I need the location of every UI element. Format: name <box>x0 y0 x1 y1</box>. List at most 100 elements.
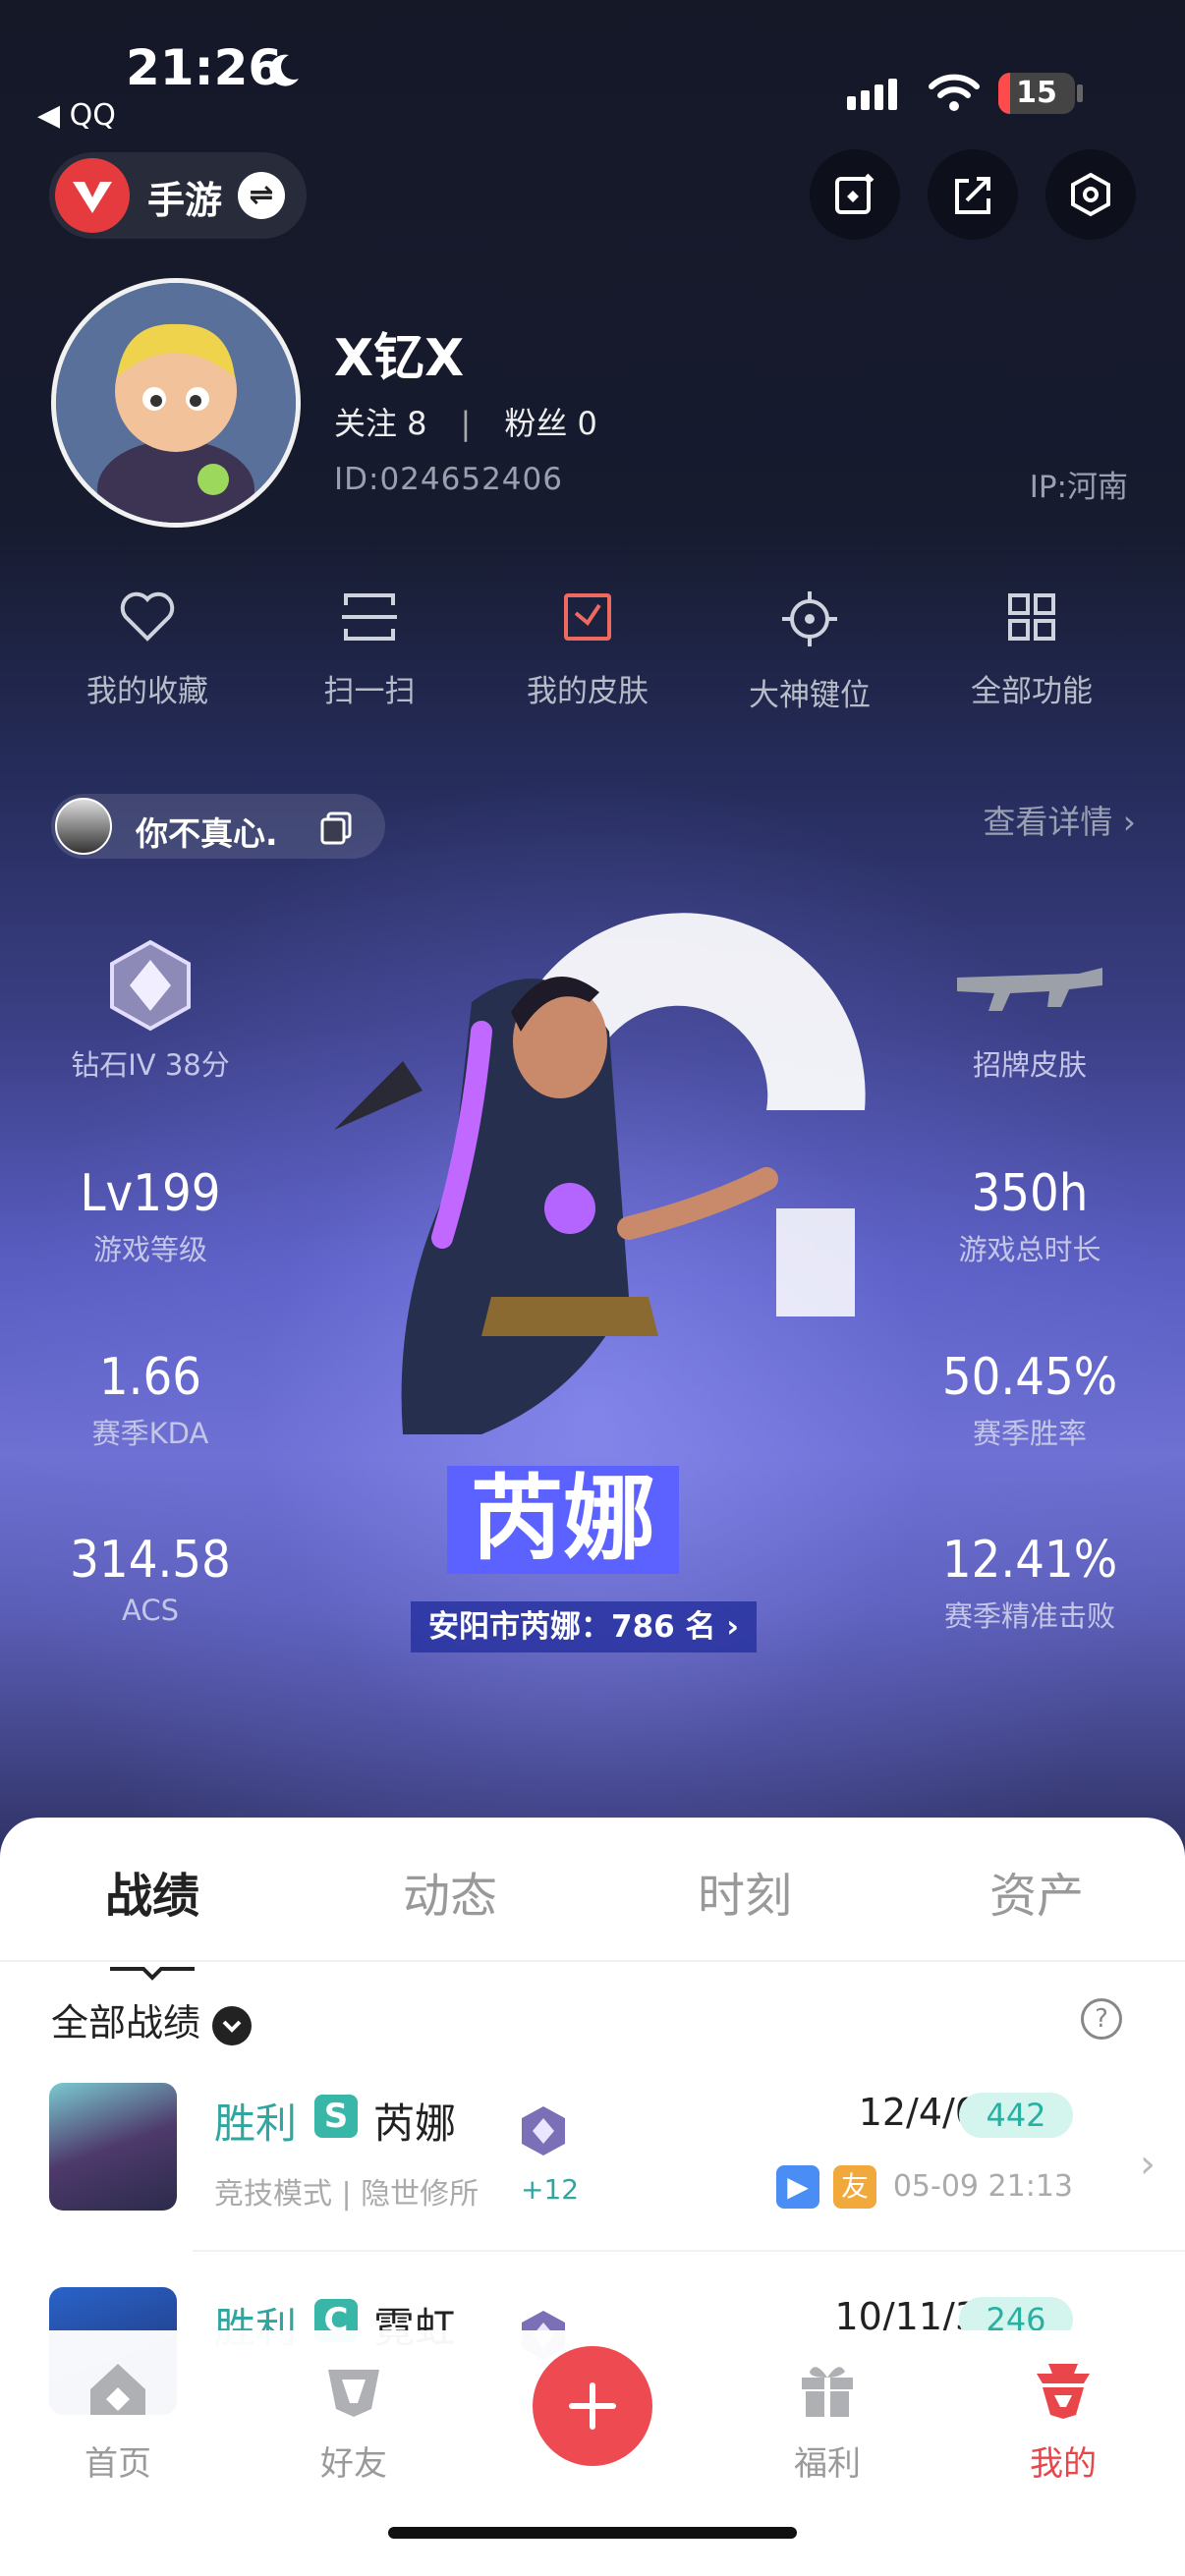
match-hero-avatar <box>49 2083 177 2211</box>
row-divider <box>193 2250 1185 2252</box>
hours-label: 游戏总时长 <box>958 1233 1101 1266</box>
func-all[interactable]: 全部功能 <box>943 589 1120 710</box>
help-icon[interactable]: ? <box>1081 1998 1122 2040</box>
follow-divider: | <box>460 405 472 442</box>
precision-label: 赛季精准击败 <box>943 1599 1115 1633</box>
nav-me[interactable]: 我的 <box>985 2360 1142 2485</box>
cellular-signal-icon <box>847 79 902 110</box>
friend-badge-icon: 友 <box>833 2165 876 2209</box>
video-badge-icon: ▶ <box>776 2165 819 2209</box>
signature-skin-stat[interactable]: 招牌皮肤 <box>917 938 1143 1084</box>
tab-moments[interactable]: 时刻 <box>647 1857 843 1926</box>
func-scan[interactable]: 扫一扫 <box>281 589 458 710</box>
match-row[interactable]: 胜利 S 芮娜 竞技模式 | 隐世修所 +12 12/4/0 442 ▶ 友 0… <box>0 2083 1185 2279</box>
acs-stat: 314.58 ACS <box>37 1531 263 1627</box>
acs-label: ACS <box>122 1594 179 1627</box>
match-grade-badge: S <box>314 2095 358 2138</box>
home-icon <box>90 2364 145 2415</box>
hero-city-rank-link[interactable]: 安阳市芮娜：786 名 › <box>411 1601 758 1652</box>
nav-label: 我的 <box>1030 2444 1097 2484</box>
func-label: 我的皮肤 <box>527 674 649 709</box>
ip-location: IP:河南 <box>1029 470 1128 505</box>
rank-stat[interactable]: 钻石IV 38分 <box>37 938 263 1084</box>
scan-icon <box>342 593 397 641</box>
precision-stat: 12.41% 赛季精准击败 <box>917 1531 1143 1635</box>
status-bar: 21:26 ◀ QQ 15 <box>0 0 1185 147</box>
username: X钇X <box>334 329 465 388</box>
match-hero-name: 芮娜 <box>373 2100 457 2148</box>
level-label: 游戏等级 <box>92 1233 207 1266</box>
publish-button[interactable] <box>533 2346 652 2466</box>
grid-icon <box>1008 593 1055 641</box>
rank-label: 钻石IV 38分 <box>71 1048 230 1082</box>
settings-icon <box>1071 172 1110 217</box>
status-pill[interactable]: 你不真心. <box>51 794 385 859</box>
kda-label: 赛季KDA <box>91 1417 209 1450</box>
active-tab-indicator <box>110 1967 195 1981</box>
following-count[interactable]: 关注 8 <box>334 405 427 442</box>
nav-label: 福利 <box>794 2444 861 2484</box>
precision-value: 12.41% <box>941 1531 1118 1590</box>
kda-value: 1.66 <box>98 1348 202 1407</box>
func-label: 扫一扫 <box>323 674 416 709</box>
edit-card-button[interactable] <box>810 149 900 240</box>
tab-assets[interactable]: 资产 <box>938 1857 1135 1926</box>
share-button[interactable] <box>928 149 1018 240</box>
nav-friends[interactable]: 好友 <box>275 2360 432 2485</box>
filter-label: 全部战绩 <box>51 2001 201 2044</box>
func-skins[interactable]: 我的皮肤 <box>499 589 676 710</box>
skin-label: 招牌皮肤 <box>972 1048 1087 1082</box>
skin-icon <box>564 593 611 641</box>
view-details-link[interactable]: 查看详情 › <box>983 796 1136 843</box>
nav-home[interactable]: 首页 <box>39 2360 197 2485</box>
plus-icon <box>569 2382 616 2430</box>
game-name: 手游 <box>147 179 223 222</box>
nav-benefits[interactable]: 福利 <box>749 2360 906 2485</box>
match-rank-icon <box>522 2106 565 2156</box>
game-switch-button[interactable]: 手游 ⇌ <box>49 152 307 239</box>
bottom-nav: 首页 好友 福利 我的 <box>0 2330 1185 2576</box>
status-avatar <box>55 798 112 855</box>
tab-divider <box>0 1960 1185 1962</box>
game-logo-icon <box>73 182 112 213</box>
func-label: 全部功能 <box>971 674 1093 709</box>
wifi-icon <box>929 74 980 111</box>
swap-icon: ⇌ <box>238 172 285 219</box>
match-score: 442 <box>959 2093 1073 2138</box>
func-label: 大神键位 <box>749 678 871 713</box>
tab-feed[interactable]: 动态 <box>352 1857 548 1926</box>
chevron-down-icon <box>212 2005 253 2045</box>
kda-stat: 1.66 赛季KDA <box>37 1348 263 1452</box>
share-icon <box>955 177 990 214</box>
level-stat: Lv199 游戏等级 <box>37 1164 263 1268</box>
followers-count[interactable]: 粉丝 0 <box>504 405 597 442</box>
nav-label: 好友 <box>320 2444 387 2484</box>
user-avatar[interactable] <box>51 278 301 528</box>
records-filter-dropdown[interactable]: 全部战绩 <box>51 1992 253 2046</box>
tab-records[interactable]: 战绩 <box>54 1857 251 1926</box>
battery-tip <box>1077 84 1083 102</box>
hero-name: 芮娜 <box>447 1466 680 1574</box>
user-id[interactable]: ID:024652406 <box>334 462 563 497</box>
func-keymap[interactable]: 大神键位 <box>721 589 898 714</box>
battery-indicator: 15 <box>998 73 1075 114</box>
back-to-qq-link[interactable]: ◀ QQ <box>37 98 116 133</box>
battery-level: 15 <box>1016 76 1057 110</box>
gift-icon <box>802 2367 853 2417</box>
hours-stat: 350h 游戏总时长 <box>917 1164 1143 1268</box>
avatar-image <box>56 283 296 523</box>
hours-value: 350h <box>971 1164 1089 1223</box>
winrate-stat: 50.45% 赛季胜率 <box>917 1348 1143 1452</box>
func-label: 我的收藏 <box>86 674 208 709</box>
winrate-label: 赛季胜率 <box>972 1417 1087 1450</box>
settings-button[interactable] <box>1045 149 1136 240</box>
nav-label: 首页 <box>85 2444 151 2484</box>
hero-illustration <box>334 913 866 1434</box>
copy-icon[interactable] <box>318 810 354 845</box>
func-favorites[interactable]: 我的收藏 <box>59 589 236 710</box>
winrate-value: 50.45% <box>941 1348 1118 1407</box>
home-indicator <box>388 2527 797 2539</box>
hero-showcase <box>255 884 924 1513</box>
game-logo <box>55 158 130 233</box>
match-date: 05-09 21:13 <box>892 2169 1073 2204</box>
